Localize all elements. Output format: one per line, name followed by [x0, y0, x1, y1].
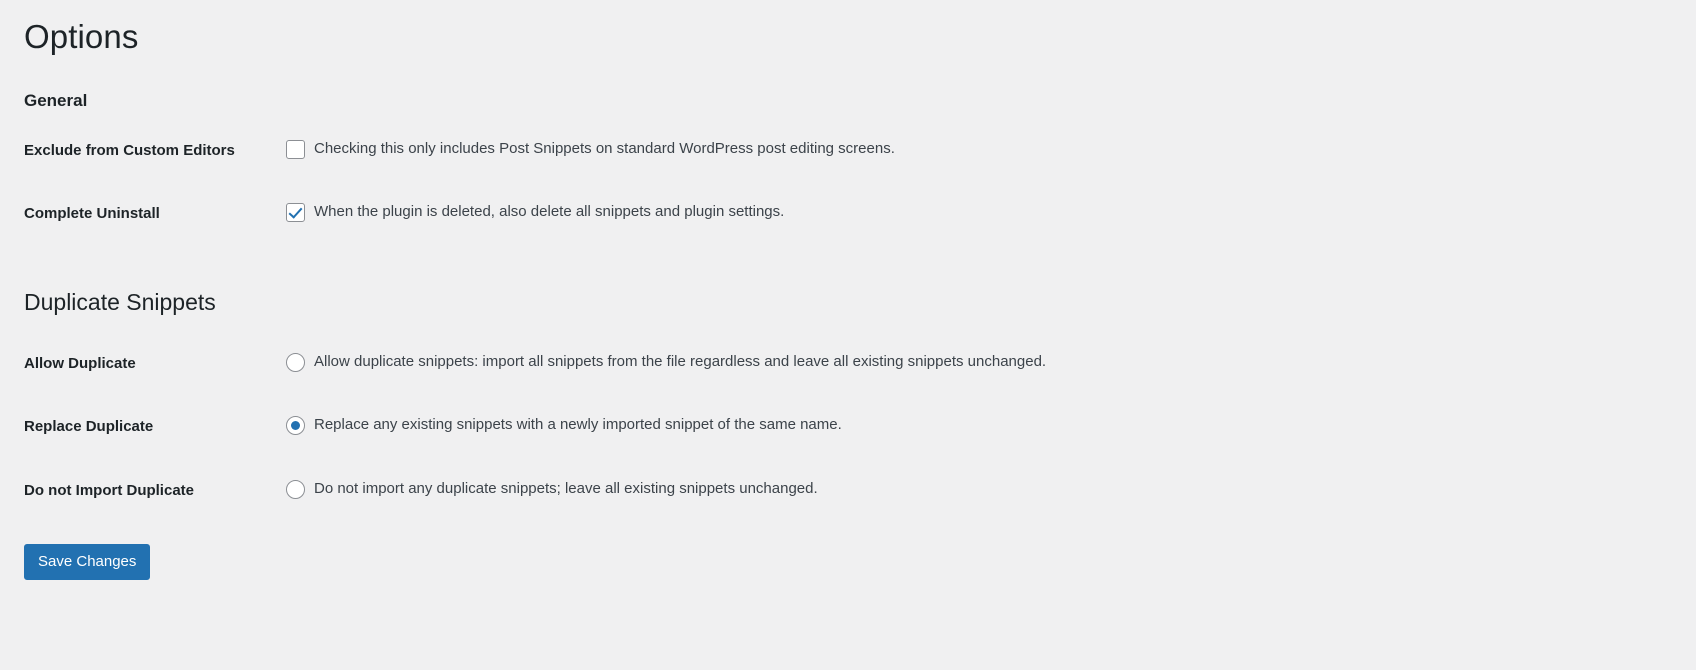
field-allow-duplicate[interactable]: Allow duplicate snippets: import all sni…: [286, 352, 1674, 372]
radio-description-allow-duplicate: Allow duplicate snippets: import all sni…: [314, 352, 1047, 370]
checkbox-exclude-from-custom-editors[interactable]: [286, 139, 305, 159]
table-row: Exclude from Custom Editors Checking thi…: [24, 119, 1684, 183]
radio-description-replace-duplicate: Replace any existing snippets with a new…: [314, 416, 842, 434]
submit-area: Save Changes: [24, 522, 1696, 581]
field-label-complete-uninstall: Complete Uninstall: [24, 205, 160, 223]
table-row: Replace Duplicate Replace any existing s…: [24, 395, 1684, 459]
save-changes-button[interactable]: Save Changes: [24, 544, 151, 581]
radio-allow-duplicate[interactable]: [286, 352, 305, 372]
page-title: Options: [24, 18, 139, 55]
field-label-do-not-import-duplicate: Do not Import Duplicate: [24, 481, 194, 499]
checkbox-description-complete-uninstall: When the plugin is deleted, also delete …: [314, 203, 785, 221]
table-row: Do not Import Duplicate Do not import an…: [24, 459, 1684, 523]
radio-description-do-not-import-duplicate: Do not import any duplicate snippets; le…: [314, 479, 818, 497]
options-page: Options General Exclude from Custom Edit…: [0, 0, 1696, 670]
field-replace-duplicate[interactable]: Replace any existing snippets with a new…: [286, 415, 1674, 436]
field-exclude-from-custom-editors[interactable]: Checking this only includes Post Snippet…: [286, 139, 1674, 159]
section-heading-general: General: [24, 90, 88, 110]
field-label-allow-duplicate: Allow Duplicate: [24, 354, 136, 372]
checkbox-complete-uninstall[interactable]: [286, 203, 305, 223]
radio-replace-duplicate[interactable]: [286, 416, 305, 436]
field-label-replace-duplicate: Replace Duplicate: [24, 418, 154, 436]
radio-do-not-import-duplicate[interactable]: [286, 479, 305, 499]
section-heading-row-general: General: [24, 73, 1684, 119]
checkbox-description-exclude-from-custom-editors: Checking this only includes Post Snippet…: [314, 139, 895, 157]
field-complete-uninstall[interactable]: When the plugin is deleted, also delete …: [286, 202, 1674, 223]
field-label-exclude-from-custom-editors: Exclude from Custom Editors: [24, 141, 235, 159]
section-heading-duplicate-snippets: Duplicate Snippets: [24, 288, 216, 315]
options-form-table: General Exclude from Custom Editors Chec…: [24, 73, 1684, 522]
field-do-not-import-duplicate[interactable]: Do not import any duplicate snippets; le…: [286, 479, 1674, 499]
section-heading-row-duplicate-snippets: Duplicate Snippets: [24, 246, 1684, 332]
table-row: Allow Duplicate Allow duplicate snippets…: [24, 332, 1684, 396]
table-row: Complete Uninstall When the plugin is de…: [24, 182, 1684, 246]
